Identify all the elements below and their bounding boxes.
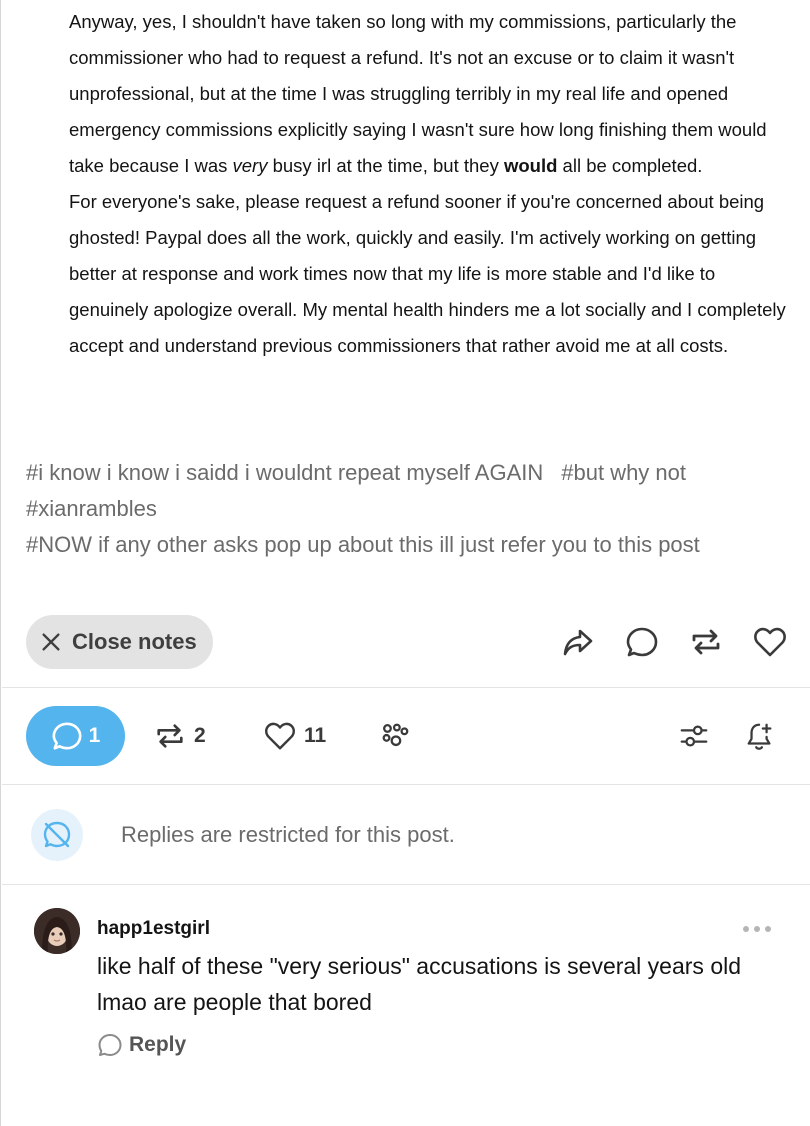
divider bbox=[2, 784, 810, 785]
reply-text: like half of these "very serious" accusa… bbox=[97, 953, 742, 1015]
like-button[interactable] bbox=[752, 622, 788, 662]
post-emphasis: very bbox=[232, 155, 268, 176]
divider bbox=[2, 687, 810, 688]
reblog-button[interactable] bbox=[688, 622, 724, 662]
tab-likes[interactable]: 11 bbox=[264, 706, 326, 766]
reply-button[interactable]: Reply bbox=[97, 1032, 186, 1058]
post-text: busy irl at the time, but they bbox=[267, 155, 504, 176]
tag[interactable]: #NOW if any other asks pop up about this… bbox=[26, 532, 700, 557]
replies-count: 1 bbox=[88, 724, 101, 747]
avatar-image bbox=[34, 908, 80, 954]
tag[interactable]: #i know i know i saidd i wouldnt repeat … bbox=[26, 460, 543, 485]
close-icon bbox=[42, 633, 60, 651]
post-container: Anyway, yes, I shouldn't have taken so l… bbox=[0, 0, 810, 1126]
heart-icon bbox=[265, 722, 295, 750]
tab-replies[interactable]: 1 bbox=[26, 706, 125, 766]
share-icon bbox=[563, 629, 593, 656]
share-button[interactable] bbox=[560, 622, 596, 662]
more-options-button[interactable] bbox=[742, 920, 772, 938]
avatar[interactable] bbox=[34, 908, 80, 954]
post-paragraph-1: Anyway, yes, I shouldn't have taken so l… bbox=[69, 4, 789, 184]
more-dots-icon bbox=[743, 926, 771, 932]
notes-tabs: 1 2 11 bbox=[26, 706, 786, 766]
filter-icon bbox=[680, 725, 708, 747]
post-body: Anyway, yes, I shouldn't have taken so l… bbox=[69, 4, 789, 364]
divider bbox=[2, 884, 810, 885]
post-text: Anyway, yes, I shouldn't have taken so l… bbox=[69, 11, 767, 176]
close-notes-label: Close notes bbox=[72, 629, 197, 654]
reblogs-count: 2 bbox=[194, 724, 206, 747]
reply-label: Reply bbox=[129, 1033, 187, 1056]
reblog-icon bbox=[157, 724, 183, 748]
bell-plus-icon bbox=[747, 723, 772, 750]
reblog-icon bbox=[692, 629, 720, 655]
notify-button[interactable] bbox=[744, 706, 776, 766]
reply-username[interactable]: happ1estgirl bbox=[97, 918, 210, 940]
restricted-badge bbox=[31, 809, 83, 861]
post-tags: #i know i know i saidd i wouldnt repeat … bbox=[26, 455, 796, 563]
likes-count: 11 bbox=[304, 724, 327, 747]
reply-icon bbox=[98, 1034, 122, 1056]
tag[interactable]: #xianrambles bbox=[26, 496, 157, 521]
filter-button[interactable] bbox=[678, 706, 710, 766]
post-actions bbox=[560, 622, 788, 662]
post-text: all be completed. bbox=[557, 155, 703, 176]
heart-icon bbox=[754, 627, 786, 657]
bubbles-icon bbox=[382, 723, 409, 747]
post-bold: would bbox=[503, 155, 558, 176]
reply-icon bbox=[626, 627, 658, 657]
close-notes-button[interactable]: Close notes bbox=[26, 615, 213, 669]
no-reply-icon bbox=[43, 821, 71, 848]
tab-reblogs[interactable]: 2 bbox=[154, 706, 206, 766]
reply-icon bbox=[52, 722, 82, 750]
reply-button[interactable] bbox=[624, 622, 660, 662]
replies-restricted-notice: Replies are restricted for this post. bbox=[31, 808, 791, 862]
tag[interactable]: #but why not bbox=[561, 460, 686, 485]
tab-community[interactable] bbox=[379, 706, 411, 766]
post-paragraph-2: For everyone's sake, please request a re… bbox=[69, 191, 786, 356]
restricted-text: Replies are restricted for this post. bbox=[121, 822, 455, 847]
